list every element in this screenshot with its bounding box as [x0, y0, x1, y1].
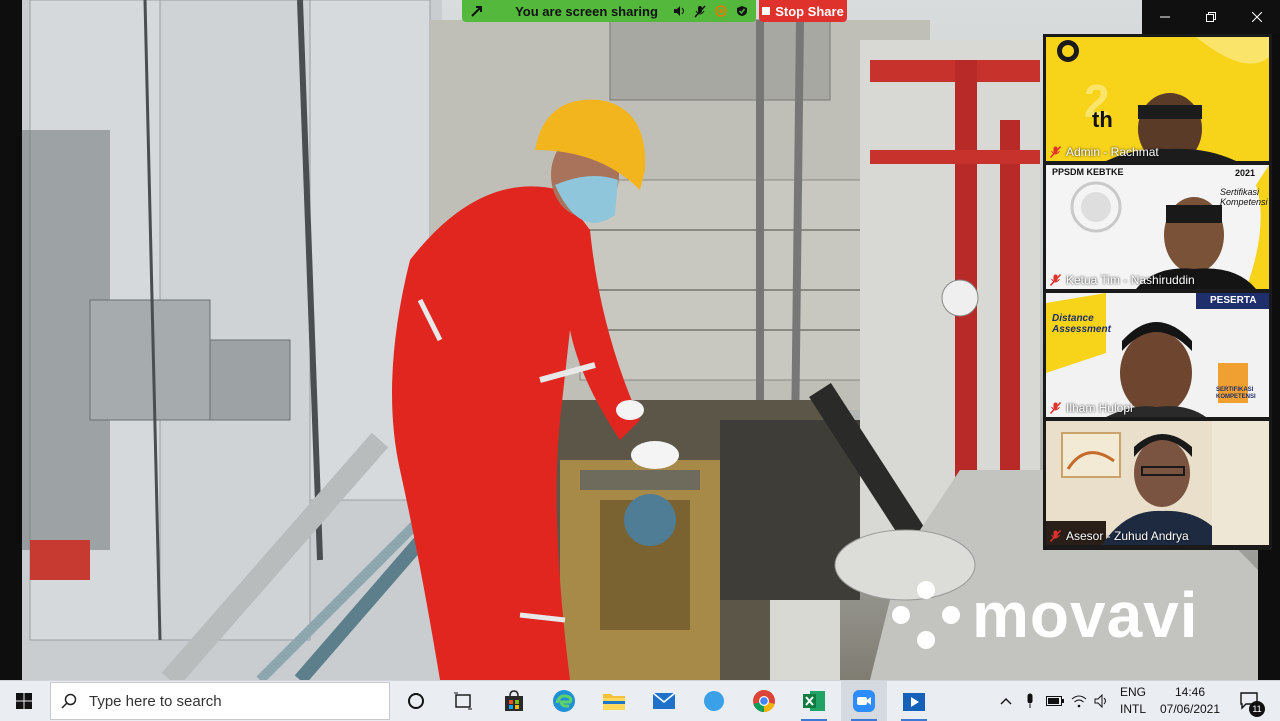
search-placeholder: Type here to search — [89, 692, 222, 710]
battery-icon — [1046, 696, 1064, 706]
mail-icon — [652, 692, 676, 709]
clock-date: 07/06/2021 — [1159, 702, 1221, 716]
taskbar-search-box[interactable]: Type here to search — [50, 682, 390, 720]
participant-name: Asesor - Zuhud Andrya — [1066, 529, 1189, 543]
stop-share-button[interactable]: Stop Share — [759, 0, 847, 22]
zoom-icon — [853, 690, 875, 712]
taskbar-media-player[interactable] — [891, 681, 937, 721]
watermark-text: movavi — [972, 579, 1199, 651]
shield-icon[interactable] — [735, 4, 749, 18]
mic-muted-icon[interactable] — [693, 4, 707, 18]
participant-name-row: Ilham Hulopi — [1050, 401, 1133, 415]
cortana-circle-icon — [408, 693, 424, 709]
mic-muted-icon — [1050, 274, 1061, 286]
excel-icon — [803, 691, 825, 711]
start-button[interactable] — [0, 681, 48, 721]
taskbar-excel[interactable] — [791, 681, 837, 721]
media-player-icon — [903, 693, 925, 711]
clock-time: 14:46 — [1174, 685, 1206, 699]
wifi-icon — [1071, 695, 1087, 708]
close-button[interactable] — [1234, 0, 1280, 34]
speaker-icon[interactable] — [672, 4, 686, 18]
search-icon — [61, 693, 77, 709]
microphone-icon — [1027, 693, 1033, 708]
taskbar-file-explorer[interactable] — [591, 681, 637, 721]
participant-panel: 2 th Admin - Rachmat PPSDM KEBTKE 2021 S… — [1043, 34, 1272, 550]
windows-logo-icon — [16, 693, 32, 709]
share-status-text: You are screen sharing — [515, 3, 658, 19]
participant-name: Ketua Tim - Nashiruddin — [1066, 273, 1195, 287]
peserta-label: PESERTA — [1210, 295, 1257, 306]
notification-count-badge: 11 — [1249, 701, 1265, 717]
sertifikasi-text: SERTIFIKASI KOMPETENSI — [1216, 387, 1256, 400]
windows-taskbar: Type here to search ENG INTL 14:46 07/06… — [0, 680, 1280, 721]
mic-muted-icon — [1050, 530, 1061, 542]
keyboard-layout: INTL — [1119, 702, 1146, 716]
taskbar-store[interactable] — [491, 681, 537, 721]
screen-share-bar: You are screen sharing — [462, 0, 756, 22]
folder-icon — [603, 694, 625, 710]
language-indicator[interactable]: ENG INTL — [1113, 681, 1153, 721]
minimize-button[interactable] — [1142, 0, 1188, 34]
mic-muted-icon — [1050, 402, 1061, 414]
task-view-button[interactable] — [440, 681, 486, 721]
participant-name-row: Admin - Rachmat — [1050, 145, 1159, 159]
tray-battery[interactable] — [1043, 681, 1067, 721]
cert-script-text: Sertifikasi Kompetensi — [1220, 187, 1268, 207]
window-controls — [1142, 0, 1280, 34]
restore-icon — [1206, 12, 1216, 22]
taskbar-safari-like[interactable] — [691, 681, 737, 721]
task-view-icon — [454, 692, 472, 710]
participant-name: Admin - Rachmat — [1066, 145, 1159, 159]
store-bag-icon — [505, 690, 523, 711]
taskbar-mail[interactable] — [641, 681, 687, 721]
distance-assessment-text: Distance Assessment — [1052, 313, 1111, 335]
tray-overflow-button[interactable] — [995, 681, 1017, 721]
anniversary-text: th — [1092, 107, 1113, 132]
tray-volume[interactable] — [1091, 681, 1113, 721]
participant-video-asesor — [1046, 421, 1269, 545]
language-code: ENG — [1119, 685, 1146, 699]
action-center-button[interactable]: 11 — [1232, 681, 1268, 721]
tray-wifi[interactable] — [1068, 681, 1090, 721]
chevron-up-icon — [1000, 698, 1012, 705]
participant-name-row: Asesor - Zuhud Andrya — [1050, 529, 1189, 543]
movavi-logo-icon — [890, 579, 962, 651]
record-icon[interactable] — [714, 4, 728, 18]
edge-icon — [553, 690, 575, 712]
participant-video-ketua — [1046, 165, 1269, 289]
stop-share-label: Stop Share — [775, 3, 844, 19]
taskbar-edge[interactable] — [541, 681, 587, 721]
org-badge-text: PPSDM KEBTKE — [1052, 167, 1124, 177]
close-icon — [1252, 12, 1262, 22]
taskbar-clock[interactable]: 14:46 07/06/2021 — [1150, 681, 1230, 721]
tray-mic[interactable] — [1019, 681, 1041, 721]
chrome-icon — [753, 690, 775, 712]
participant-video-admin: 2 — [1046, 37, 1269, 161]
compass-icon — [704, 691, 724, 711]
taskbar-zoom[interactable] — [841, 681, 887, 721]
participant-tile[interactable]: PESERTA Distance Assessment SERTIFIKASI … — [1046, 293, 1269, 417]
minimize-icon — [1160, 16, 1170, 18]
volume-icon — [1094, 694, 1106, 708]
taskbar-chrome[interactable] — [741, 681, 787, 721]
share-arrow-icon[interactable] — [470, 4, 484, 18]
mic-muted-icon — [1050, 146, 1061, 158]
participant-name: Ilham Hulopi — [1066, 401, 1133, 415]
stop-square-icon — [762, 7, 771, 15]
participant-name-row: Ketua Tim - Nashiruddin — [1050, 273, 1195, 287]
cortana-button[interactable] — [393, 681, 439, 721]
restore-button[interactable] — [1188, 0, 1234, 34]
participant-tile[interactable]: 2 th Admin - Rachmat — [1046, 37, 1269, 161]
participant-tile[interactable]: Asesor - Zuhud Andrya — [1046, 421, 1269, 545]
participant-tile[interactable]: PPSDM KEBTKE 2021 Sertifikasi Kompetensi… — [1046, 165, 1269, 289]
movavi-watermark: movavi — [890, 578, 1199, 652]
year-text: 2021 — [1235, 168, 1256, 178]
